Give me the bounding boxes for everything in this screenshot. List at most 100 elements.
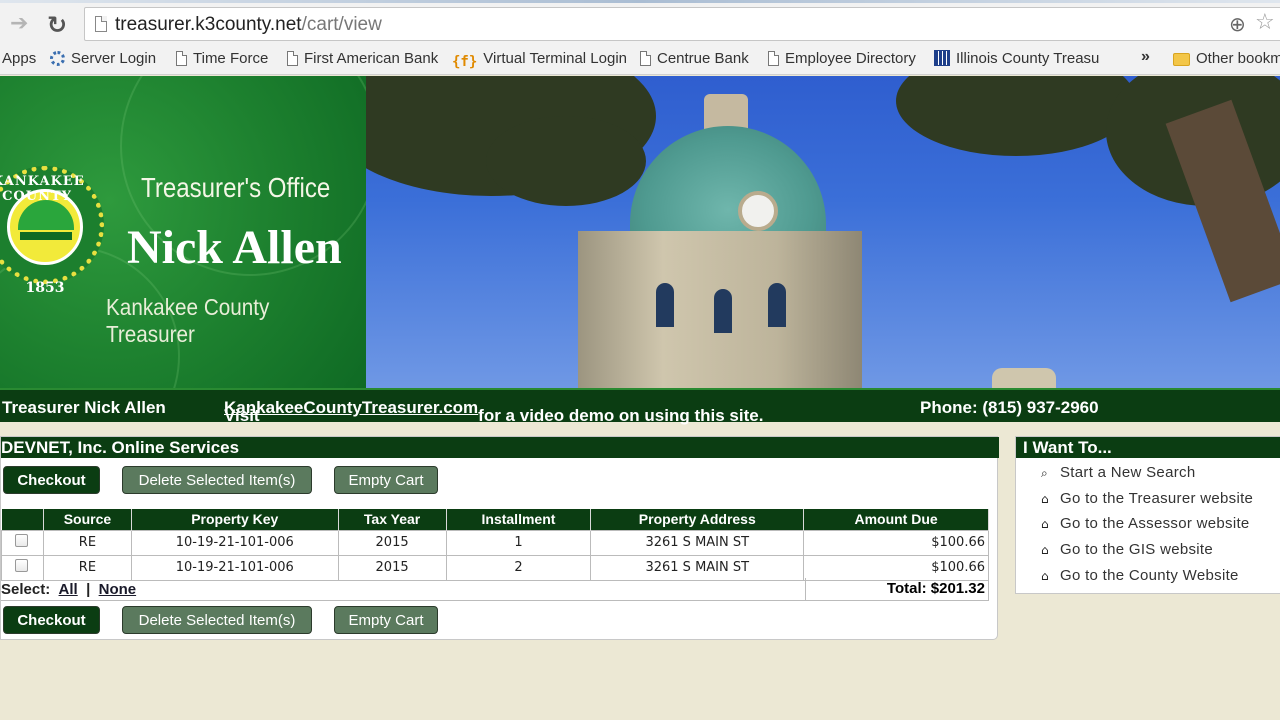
banner-title-area: KANKAKEE COUNTY 1853 Treasurer's Office …: [0, 76, 366, 388]
select-controls: Select: All | None: [1, 581, 136, 598]
county-website-link[interactable]: ⌂ Go to the County Website: [1041, 567, 1239, 584]
page-icon: [176, 51, 187, 66]
bookmark-other[interactable]: Other bookm: [1173, 50, 1280, 67]
cart-heading: DEVNET, Inc. Online Services: [1, 437, 999, 458]
cell-property-address: 3261 S MAIN ST: [590, 529, 805, 556]
cell-property-address: 3261 S MAIN ST: [590, 554, 805, 581]
bookmark-server-login[interactable]: Server Login: [50, 50, 156, 67]
select-separator: |: [86, 581, 91, 598]
row-checkbox[interactable]: [15, 534, 28, 547]
column-header-property-key: Property Key: [131, 509, 339, 530]
bookmark-apps[interactable]: Apps: [2, 50, 36, 67]
side-item-label: Go to the Treasurer website: [1060, 490, 1254, 507]
page-icon: [768, 51, 779, 66]
home-icon: ⌂: [1041, 492, 1049, 506]
home-icon: ⌂: [1041, 569, 1049, 583]
cell-amount-due: $100.66: [803, 554, 989, 581]
empty-cart-button-bottom[interactable]: Empty Cart: [334, 606, 438, 634]
gear-icon: [50, 51, 65, 66]
row-checkbox[interactable]: [15, 559, 28, 572]
address-bar[interactable]: treasurer.k3county.net/cart/view ⊕ ☆: [84, 7, 1280, 41]
delete-selected-button[interactable]: Delete Selected Item(s): [122, 466, 312, 494]
banner-subtitle: Kankakee County Treasurer: [106, 294, 270, 347]
table-row: RE 10-19-21-101-006 2015 1 3261 S MAIN S…: [1, 529, 989, 556]
url-path: /cart/view: [301, 14, 382, 35]
bookmark-label: Illinois County Treasu: [956, 50, 1100, 67]
treasurer-website-link[interactable]: ⌂ Go to the Treasurer website: [1041, 490, 1253, 507]
bookmark-label: Employee Directory: [785, 50, 916, 67]
side-heading: I Want To...: [1016, 437, 1280, 458]
zoom-icon[interactable]: ⊕: [1229, 12, 1246, 36]
side-item-label: Go to the County Website: [1060, 567, 1239, 584]
banner-name: Nick Allen: [127, 221, 342, 274]
phone-number: Phone: (815) 937-2960: [920, 398, 1099, 417]
treasurer-label: Treasurer Nick Allen: [2, 398, 166, 417]
checkout-button[interactable]: Checkout: [3, 466, 100, 494]
bookmark-employee-directory[interactable]: Employee Directory: [768, 50, 916, 67]
site-banner: KANKAKEE COUNTY 1853 Treasurer's Office …: [0, 76, 1280, 388]
tree-foliage: [486, 116, 646, 206]
side-item-label: Go to the Assessor website: [1060, 515, 1250, 532]
reload-icon[interactable]: ↻: [47, 11, 75, 39]
i-want-to-panel: I Want To... ⌕ Start a New Search ⌂ Go to …: [1015, 436, 1280, 594]
column-header-amount-due: Amount Due: [803, 509, 989, 530]
cell-source: RE: [42, 554, 132, 581]
bookmarks-bar: Apps Server Login Time Force First Ameri…: [0, 44, 1280, 75]
tab-strip-edge: [0, 0, 1280, 3]
seal-name: KANKAKEE COUNTY: [0, 174, 85, 204]
cell-property-key: 10-19-21-101-006: [130, 529, 339, 556]
bookmark-label: Virtual Terminal Login: [483, 50, 627, 67]
start-new-search-link[interactable]: ⌕ Start a New Search: [1041, 464, 1195, 481]
select-label: Select:: [1, 581, 51, 598]
bookmark-star-icon[interactable]: ☆: [1255, 10, 1275, 35]
bookmark-virtual-terminal[interactable]: {f} Virtual Terminal Login: [452, 50, 627, 70]
bookmark-label: Time Force: [193, 50, 269, 67]
cell-installment: 1: [445, 529, 592, 556]
treasurer-site-link[interactable]: KankakeeCountyTreasurer.com: [224, 398, 478, 417]
select-all-link[interactable]: All: [59, 581, 78, 598]
cart-total: Total: $201.32: [805, 578, 989, 601]
bookmark-label: First American Bank: [304, 50, 439, 67]
gis-website-link[interactable]: ⌂ Go to the GIS website: [1041, 541, 1213, 558]
clock-icon: [738, 191, 778, 231]
page-icon: [95, 16, 107, 32]
home-icon: ⌂: [1041, 517, 1049, 531]
cart-panel: DEVNET, Inc. Online Services Checkout De…: [0, 436, 999, 640]
column-header-tax-year: Tax Year: [338, 509, 447, 530]
seal-year: 1853: [25, 280, 65, 296]
folder-icon: [1173, 53, 1190, 66]
cell-amount-due: $100.66: [803, 529, 989, 556]
visit-text: Visit KankakeeCountyTreasurer.com for a …: [224, 398, 763, 425]
cell-tax-year: 2015: [337, 529, 447, 556]
side-item-label: Go to the GIS website: [1060, 541, 1214, 558]
banner-office: Treasurer's Office: [141, 172, 331, 203]
assessor-website-link[interactable]: ⌂ Go to the Assessor website: [1041, 515, 1250, 532]
tree-foliage: [896, 76, 1136, 156]
home-icon: ⌂: [1041, 543, 1049, 557]
table-row: RE 10-19-21-101-006 2015 2 3261 S MAIN S…: [1, 554, 989, 581]
cell-tax-year: 2015: [337, 554, 447, 581]
delete-selected-button-bottom[interactable]: Delete Selected Item(s): [122, 606, 312, 634]
bookmark-time-force[interactable]: Time Force: [176, 50, 268, 67]
column-header-installment: Installment: [446, 509, 592, 530]
checkout-button-bottom[interactable]: Checkout: [3, 606, 100, 634]
forward-arrow-icon[interactable]: ➔: [10, 12, 36, 38]
search-icon: ⌕: [1041, 466, 1049, 480]
bookmark-centrue-bank[interactable]: Centrue Bank: [640, 50, 749, 67]
empty-cart-button[interactable]: Empty Cart: [334, 466, 438, 494]
grid-icon: [934, 50, 950, 66]
row-select-cell: [1, 529, 44, 556]
courthouse-dome: [630, 126, 826, 246]
bookmark-illinois-county[interactable]: Illinois County Treasu: [934, 50, 1099, 67]
bookmarks-overflow-icon[interactable]: »: [1141, 48, 1150, 66]
cell-installment: 2: [445, 554, 592, 581]
cart-table: Source Property Key Tax Year Installment…: [1, 509, 989, 581]
cell-property-key: 10-19-21-101-006: [130, 554, 339, 581]
select-none-link[interactable]: None: [99, 581, 137, 598]
distant-building: [992, 368, 1056, 388]
bookmark-label: Other bookm: [1196, 50, 1280, 67]
bookmark-label: Centrue Bank: [657, 50, 749, 67]
bookmark-first-american-bank[interactable]: First American Bank: [287, 50, 438, 67]
url-text[interactable]: treasurer.k3county.net/cart/view: [115, 14, 382, 36]
visit-prefix: Visit: [224, 406, 260, 425]
